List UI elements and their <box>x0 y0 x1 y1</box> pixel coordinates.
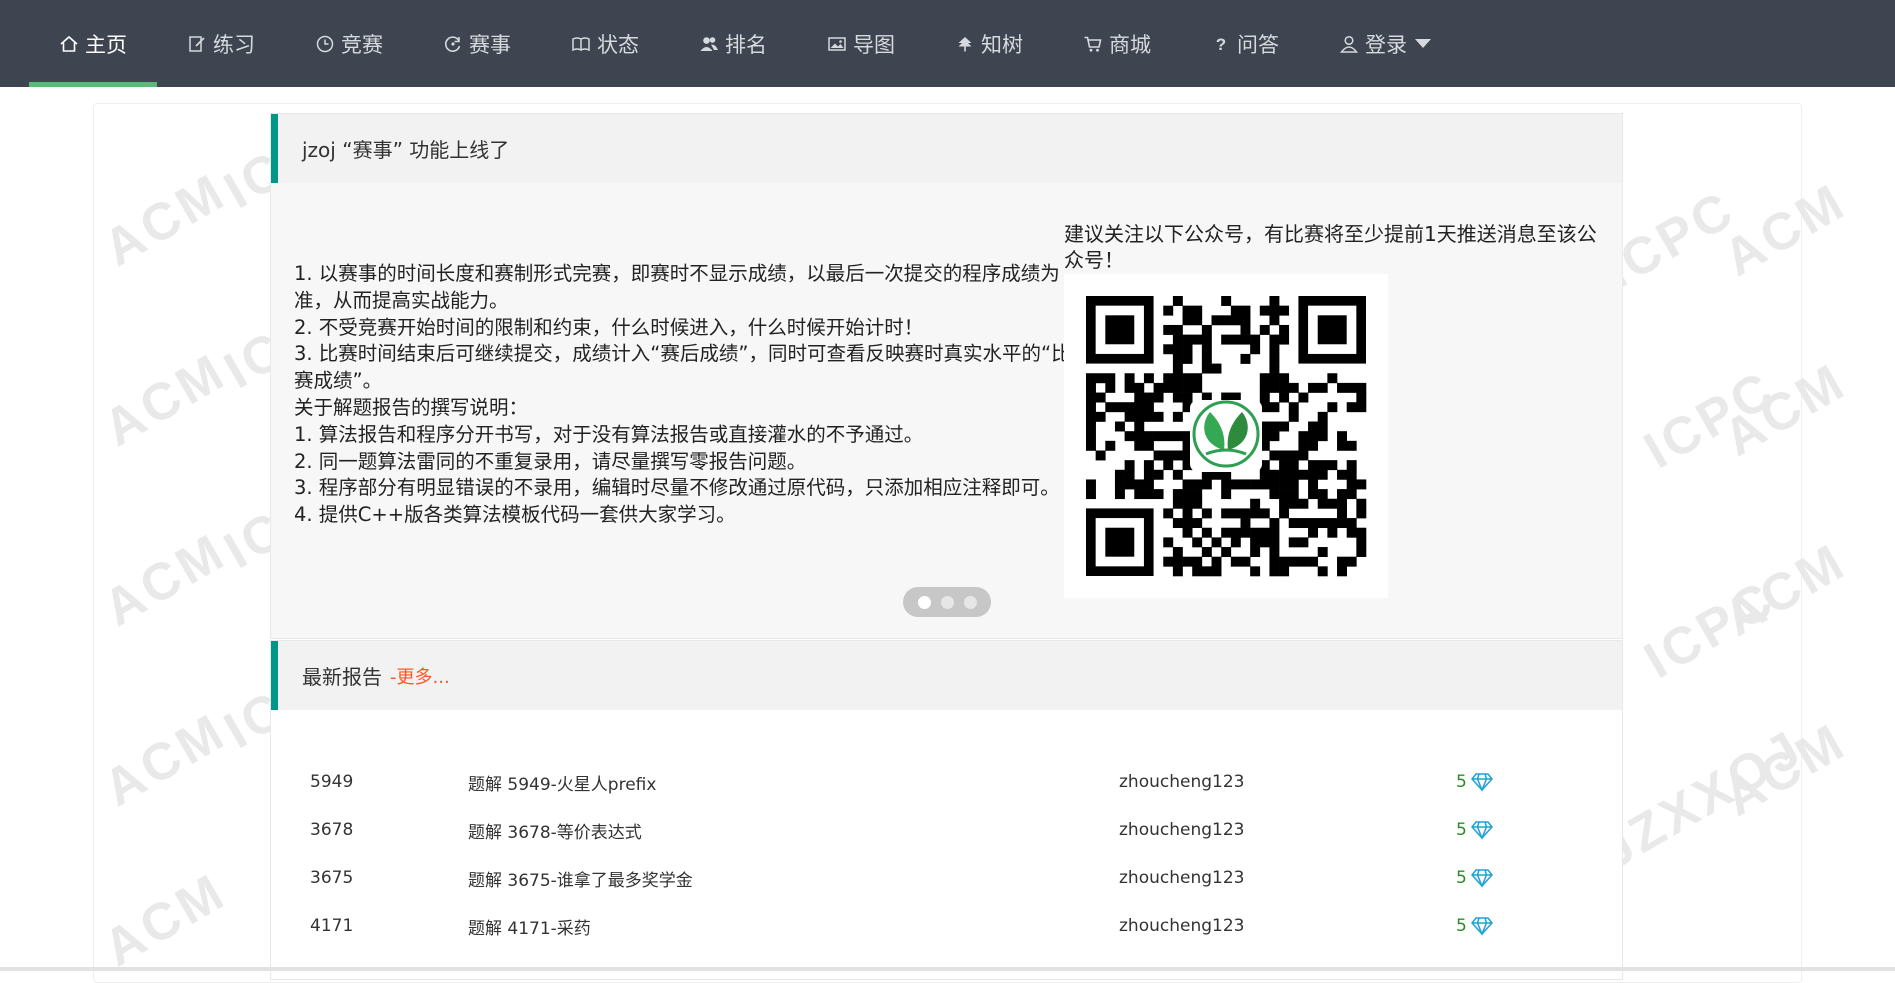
chevron-down-icon <box>1415 39 1431 48</box>
report-author[interactable]: zhoucheng123 <box>1119 902 1456 950</box>
cart-icon <box>1083 34 1103 54</box>
nav-label: 竞赛 <box>341 32 383 57</box>
refresh-icon <box>443 34 463 54</box>
horizontal-scrollbar[interactable] <box>0 967 1895 971</box>
nav-label: 排名 <box>725 32 767 57</box>
report-title-link[interactable]: 题解 4171-采药 <box>468 902 1119 950</box>
nav-label: 赛事 <box>469 32 511 57</box>
report-author[interactable]: zhoucheng123 <box>1119 854 1456 902</box>
image-icon <box>827 34 847 54</box>
nav-label: 知树 <box>981 32 1023 57</box>
nav-label: 练习 <box>213 32 255 57</box>
rule-line: 3. 程序部分有明显错误的不录用，编辑时尽量不修改通过原代码，只添加相应注释即可… <box>294 476 1060 500</box>
announcement-carousel: 1. 以赛事的时间长度和赛制形式完赛，即赛时不显示成绩，以最后一次提交的程序成绩… <box>271 183 1622 639</box>
report-id: 4171 <box>310 916 354 936</box>
rule-line: 关于解题报告的撰写说明： <box>294 395 529 419</box>
table-row[interactable]: 3675 题解 3675-谁拿了最多奖学金 zhoucheng123 5 <box>271 854 1622 902</box>
score-value: 5 <box>1456 868 1467 888</box>
carousel-dot-3[interactable] <box>963 595 977 609</box>
reports-panel: 最新报告 -更多... 5949 题解 5949-火星人prefix zhouc… <box>270 640 1623 980</box>
diamond-icon <box>1470 869 1493 888</box>
table-row[interactable]: 5949 题解 5949-火星人prefix zhoucheng123 5 <box>271 758 1622 806</box>
diamond-icon <box>1470 821 1493 840</box>
score-value: 5 <box>1456 916 1467 936</box>
nav-label: 主页 <box>85 32 127 57</box>
rule-line: 1. 算法报告和程序分开书写，对于没有算法报告或直接灌水的不予通过。 <box>294 422 924 446</box>
nav-label: 导图 <box>853 32 895 57</box>
report-id: 3678 <box>310 820 354 840</box>
qr-code-image <box>1086 296 1367 577</box>
diamond-icon <box>1470 917 1493 936</box>
nav-knowledge-tree[interactable]: 知树 <box>925 0 1053 87</box>
report-title-link[interactable]: 题解 3678-等价表达式 <box>468 806 1119 854</box>
table-row[interactable]: 4171 题解 4171-采药 zhoucheng123 5 <box>271 902 1622 950</box>
score-value: 5 <box>1456 820 1467 840</box>
report-id: 3675 <box>310 868 354 888</box>
svg-text:?: ? <box>1216 35 1226 54</box>
nav-shop[interactable]: 商城 <box>1053 0 1181 87</box>
rule-line: 3. 比赛时间结束后可继续提交，成绩计入“赛后成绩”，同时可查看反映赛时真实水平… <box>294 342 1071 393</box>
reports-header: 最新报告 -更多... <box>271 641 1622 710</box>
home-icon <box>59 34 79 54</box>
report-title-link[interactable]: 题解 3675-谁拿了最多奖学金 <box>468 854 1119 902</box>
reports-title: 最新报告 <box>302 665 382 689</box>
nav-ranking[interactable]: 排名 <box>669 0 797 87</box>
carousel-dot-2[interactable] <box>940 595 954 609</box>
edit-icon <box>187 34 207 54</box>
nav-qa[interactable]: ? 问答 <box>1181 0 1309 87</box>
nav-practice[interactable]: 练习 <box>157 0 285 87</box>
more-link[interactable]: -更多... <box>390 663 450 689</box>
table-row[interactable]: 3678 题解 3678-等价表达式 zhoucheng123 5 <box>271 806 1622 854</box>
nav-events[interactable]: 赛事 <box>413 0 541 87</box>
rule-line: 1. 以赛事的时间长度和赛制形式完赛，即赛时不显示成绩，以最后一次提交的程序成绩… <box>294 262 1060 312</box>
report-title-link[interactable]: 题解 5949-火星人prefix <box>468 758 1119 806</box>
nav-status[interactable]: 状态 <box>541 0 669 87</box>
nav-label: 商城 <box>1109 32 1151 57</box>
nav-home[interactable]: 主页 <box>29 0 157 87</box>
reports-table: 5949 题解 5949-火星人prefix zhoucheng123 5 36… <box>271 758 1622 950</box>
clock-icon <box>315 34 335 54</box>
user-icon <box>1339 34 1359 54</box>
nav-label: 登录 <box>1365 32 1407 57</box>
carousel-dot-1[interactable] <box>917 595 931 609</box>
rule-line: 4. 提供C++版各类算法模板代码一套供大家学习。 <box>294 503 736 527</box>
rule-line: 2. 不受竞赛开始时间的限制和约束，什么时候进入，什么时候开始计时！ <box>294 315 924 339</box>
report-score: 5 <box>1456 854 1622 902</box>
report-score: 5 <box>1456 758 1622 806</box>
announcement-title: jzoj “赛事” 功能上线了 <box>302 138 510 162</box>
nav-label: 状态 <box>597 32 639 57</box>
carousel-indicator <box>903 587 991 617</box>
nav-contest[interactable]: 竞赛 <box>285 0 413 87</box>
report-author[interactable]: zhoucheng123 <box>1119 806 1456 854</box>
follow-text: 建议关注以下公众号，有比赛将至少提前1天推送消息至该公众号！ <box>1064 222 1597 272</box>
announcement-panel: jzoj “赛事” 功能上线了 1. 以赛事的时间长度和赛制形式完赛，即赛时不显… <box>270 113 1623 639</box>
report-score: 5 <box>1456 806 1622 854</box>
diamond-icon <box>1470 773 1493 792</box>
book-icon <box>571 34 591 54</box>
report-score: 5 <box>1456 902 1622 950</box>
rules-text: 1. 以赛事的时间长度和赛制形式完赛，即赛时不显示成绩，以最后一次提交的程序成绩… <box>294 261 1079 529</box>
report-author[interactable]: zhoucheng123 <box>1119 758 1456 806</box>
announcement-header: jzoj “赛事” 功能上线了 <box>271 114 1622 183</box>
nav-login[interactable]: 登录 <box>1309 0 1461 87</box>
top-navbar: 主页 练习 竞赛 赛事 状态 排名 导图 知树 商城 ? 问答 登录 <box>0 0 1895 87</box>
users-icon <box>699 34 719 54</box>
nav-mindmap[interactable]: 导图 <box>797 0 925 87</box>
qr-code <box>1064 274 1388 598</box>
report-id: 5949 <box>310 772 354 792</box>
nav-label: 问答 <box>1237 32 1279 57</box>
score-value: 5 <box>1456 772 1467 792</box>
rule-line: 2. 同一题算法雷同的不重复录用，请尽量撰写零报告问题。 <box>294 449 807 473</box>
question-icon: ? <box>1211 34 1231 54</box>
tree-icon <box>955 34 975 54</box>
